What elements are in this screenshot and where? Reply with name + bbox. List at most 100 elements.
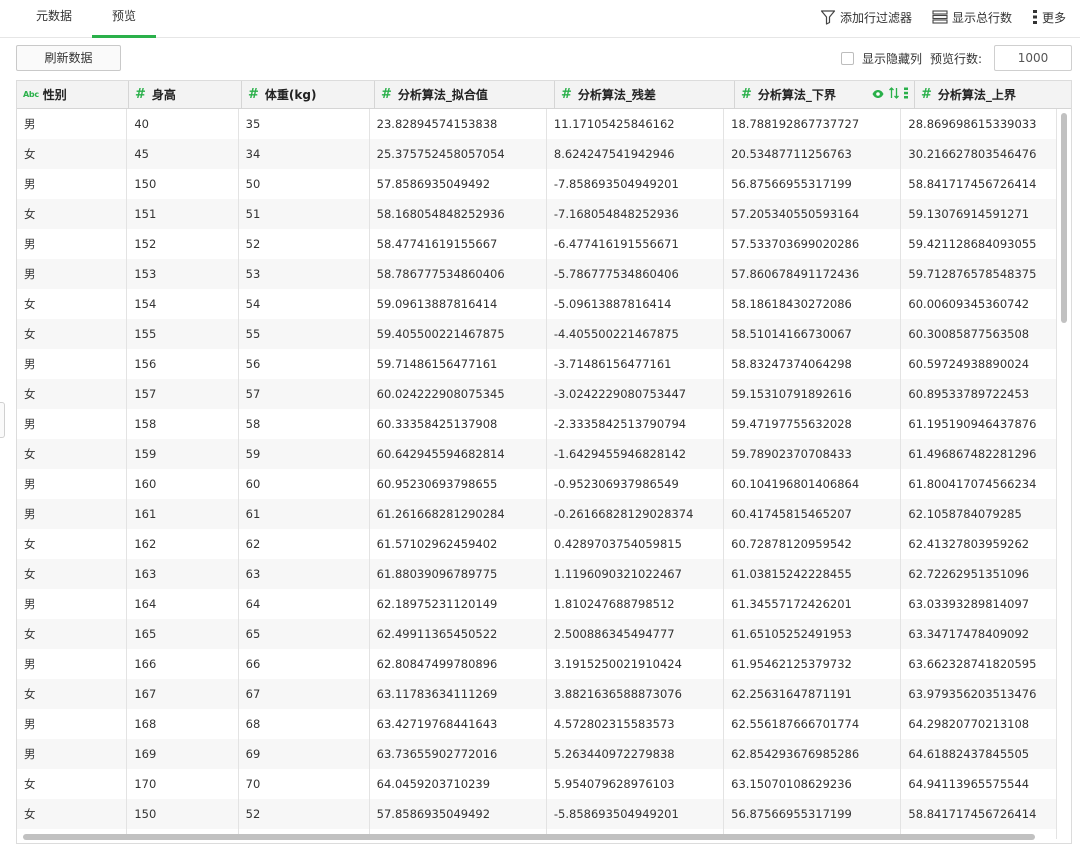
cell-upper-bound: 64.94113965575544 bbox=[901, 769, 1057, 799]
table-row[interactable]: 男 160 60 60.95230693798655 -0.95230693798654… bbox=[17, 469, 1057, 499]
cell-gender: 女 bbox=[17, 139, 128, 169]
table-row[interactable]: 女 151 51 58.168054848252936 -7.1680548482529… bbox=[17, 199, 1057, 229]
show-total-rows-button[interactable]: 显示总行数 bbox=[932, 9, 1012, 26]
cell-weight: 59 bbox=[239, 439, 370, 469]
cell-gender: 女 bbox=[17, 379, 128, 409]
column-header-gender[interactable]: Abc 性别 bbox=[17, 81, 129, 108]
cell-fitted: 23.82894574153838 bbox=[370, 109, 547, 139]
table-row[interactable]: 女 159 59 60.642945594682814 -1.6429455946828… bbox=[17, 439, 1057, 469]
table-row[interactable]: 男 166 66 62.80847499780896 3.191525002191042… bbox=[17, 649, 1057, 679]
cell-fitted: 60.95230693798655 bbox=[370, 469, 547, 499]
cell-lower-bound: 57.860678491172436 bbox=[724, 259, 902, 289]
table-row[interactable]: 女 167 67 63.11783634111269 3.882163658887307… bbox=[17, 679, 1057, 709]
cell-fitted: 60.33358425137908 bbox=[370, 409, 547, 439]
sort-icon[interactable] bbox=[889, 87, 899, 102]
table-row[interactable]: 男 161 61 61.261668281290284 -0.2616682812902… bbox=[17, 499, 1057, 529]
cell-upper-bound: 63.03393289814097 bbox=[901, 589, 1057, 619]
cell-residual: -2.3335842513790794 bbox=[547, 409, 725, 439]
table-row[interactable]: 男 168 68 63.42719768441643 4.572802315583573… bbox=[17, 709, 1057, 739]
cell-gender: 女 bbox=[17, 199, 128, 229]
cell-weight: 66 bbox=[239, 649, 370, 679]
horizontal-scrollbar[interactable] bbox=[23, 834, 1035, 840]
table-row[interactable]: 女 155 55 59.405500221467875 -4.4055002214678… bbox=[17, 319, 1057, 349]
cell-fitted: 62.49911365450522 bbox=[370, 619, 547, 649]
side-collapse-handle[interactable] bbox=[0, 402, 5, 438]
table-row[interactable]: 女 163 63 61.88039096789775 1.119609032102246… bbox=[17, 559, 1057, 589]
cell-lower-bound: 62.556187666701774 bbox=[724, 709, 902, 739]
numeric-type-icon: # bbox=[248, 87, 259, 102]
cell-height: 153 bbox=[127, 259, 239, 289]
table-row[interactable]: 男 40 35 23.82894574153838 11.17105425846162 1… bbox=[17, 109, 1057, 139]
preview-rows-input[interactable] bbox=[994, 45, 1072, 71]
cell-gender: 男 bbox=[17, 259, 128, 289]
cell-height: 157 bbox=[127, 379, 239, 409]
numeric-type-icon: # bbox=[381, 87, 392, 102]
cell-height: 164 bbox=[127, 589, 239, 619]
table-row[interactable]: 女 170 70 64.0459203710239 5.954079628976103 6… bbox=[17, 769, 1057, 799]
cell-weight: 64 bbox=[239, 589, 370, 619]
cell-weight: 58 bbox=[239, 409, 370, 439]
cell-gender: 男 bbox=[17, 109, 128, 139]
cell-fitted: 60.024222908075345 bbox=[370, 379, 547, 409]
refresh-data-button[interactable]: 刷新数据 bbox=[16, 45, 121, 71]
vertical-scrollbar[interactable] bbox=[1061, 113, 1067, 323]
numeric-type-icon: # bbox=[561, 87, 572, 102]
table-row[interactable]: 女 157 57 60.024222908075345 -3.0242229080753… bbox=[17, 379, 1057, 409]
cell-residual: -0.26166828129028374 bbox=[547, 499, 725, 529]
cell-height: 166 bbox=[127, 649, 239, 679]
cell-height: 163 bbox=[127, 559, 239, 589]
table-row[interactable]: 男 156 56 59.71486156477161 -3.71486156477161… bbox=[17, 349, 1057, 379]
column-menu-icon[interactable] bbox=[904, 87, 908, 102]
column-header-upper-bound[interactable]: # 分析算法_上界 bbox=[915, 81, 1071, 108]
table-row[interactable]: 女 165 65 62.49911365450522 2.500886345494777… bbox=[17, 619, 1057, 649]
column-header-fitted[interactable]: # 分析算法_拟合值 bbox=[375, 81, 555, 108]
cell-fitted: 60.642945594682814 bbox=[370, 439, 547, 469]
table-row[interactable]: 男 153 53 58.786777534860406 -5.7867775348604… bbox=[17, 259, 1057, 289]
table-row[interactable]: 男 150 50 57.8586935049492 -7.858693504949201… bbox=[17, 169, 1057, 199]
column-header-residual[interactable]: # 分析算法_残差 bbox=[555, 81, 735, 108]
column-header-lower-bound[interactable]: # 分析算法_下界 bbox=[735, 81, 915, 108]
add-row-filter-button[interactable]: 添加行过滤器 bbox=[820, 9, 912, 26]
table-row[interactable]: 女 162 62 61.57102962459402 0.428970375405981… bbox=[17, 529, 1057, 559]
table-row[interactable]: 男 164 64 62.18975231120149 1.810247688798512… bbox=[17, 589, 1057, 619]
cell-fitted: 57.8586935049492 bbox=[370, 799, 547, 829]
cell-upper-bound: 60.00609345360742 bbox=[901, 289, 1057, 319]
cell-weight: 34 bbox=[239, 139, 370, 169]
show-hidden-columns-checkbox[interactable] bbox=[840, 51, 854, 65]
more-button[interactable]: 更多 bbox=[1032, 9, 1066, 26]
table-row[interactable]: 男 169 69 63.73655902772016 5.263440972279838… bbox=[17, 739, 1057, 769]
cell-gender: 女 bbox=[17, 559, 128, 589]
tab-preview[interactable]: 预览 bbox=[92, 0, 156, 38]
preview-rows-label: 预览行数: bbox=[929, 51, 982, 66]
cell-weight: 62 bbox=[239, 529, 370, 559]
show-total-rows-label: 显示总行数 bbox=[951, 10, 1012, 25]
table-row[interactable]: 女 154 54 59.09613887816414 -5.09613887816414… bbox=[17, 289, 1057, 319]
cell-lower-bound: 58.18618430272086 bbox=[724, 289, 902, 319]
cell-lower-bound: 57.205340550593164 bbox=[724, 199, 902, 229]
column-header-label: 体重(kg) bbox=[264, 88, 317, 102]
cell-height: 156 bbox=[127, 349, 239, 379]
cell-lower-bound: 59.47197755632028 bbox=[724, 409, 902, 439]
eye-icon[interactable] bbox=[872, 88, 884, 102]
cell-fitted: 61.261668281290284 bbox=[370, 499, 547, 529]
cell-height: 162 bbox=[127, 529, 239, 559]
table-row[interactable]: 男 152 52 58.47741619155667 -6.47741619155667… bbox=[17, 229, 1057, 259]
cell-residual: -0.95230693798654​9 bbox=[547, 469, 725, 499]
cell-residual: 1.1196090321022467 bbox=[547, 559, 725, 589]
tab-metadata[interactable]: 元数据 bbox=[20, 0, 88, 38]
string-type-icon: Abc bbox=[23, 90, 39, 99]
cell-weight: 50 bbox=[239, 169, 370, 199]
cell-weight: 52 bbox=[239, 799, 370, 829]
cell-weight: 51 bbox=[239, 199, 370, 229]
cell-gender: 女 bbox=[17, 289, 128, 319]
table-row[interactable]: 女 150 52 57.8586935049492 -5.858693504949201… bbox=[17, 799, 1057, 829]
cell-residual: 8.624247541942946 bbox=[547, 139, 725, 169]
column-header-weight[interactable]: # 体重(kg) bbox=[242, 81, 375, 108]
cell-lower-bound: 18.788192867737727 bbox=[724, 109, 902, 139]
cell-gender: 男 bbox=[17, 709, 128, 739]
cell-lower-bound: 61.34557172426201 bbox=[724, 589, 902, 619]
more-label: 更多 bbox=[1041, 10, 1066, 25]
table-row[interactable]: 女 45 34 25.375752458057054 8.624247541942946… bbox=[17, 139, 1057, 169]
column-header-height[interactable]: # 身高 bbox=[129, 81, 242, 108]
table-row[interactable]: 男 158 58 60.33358425137908 -2.33358425137907… bbox=[17, 409, 1057, 439]
